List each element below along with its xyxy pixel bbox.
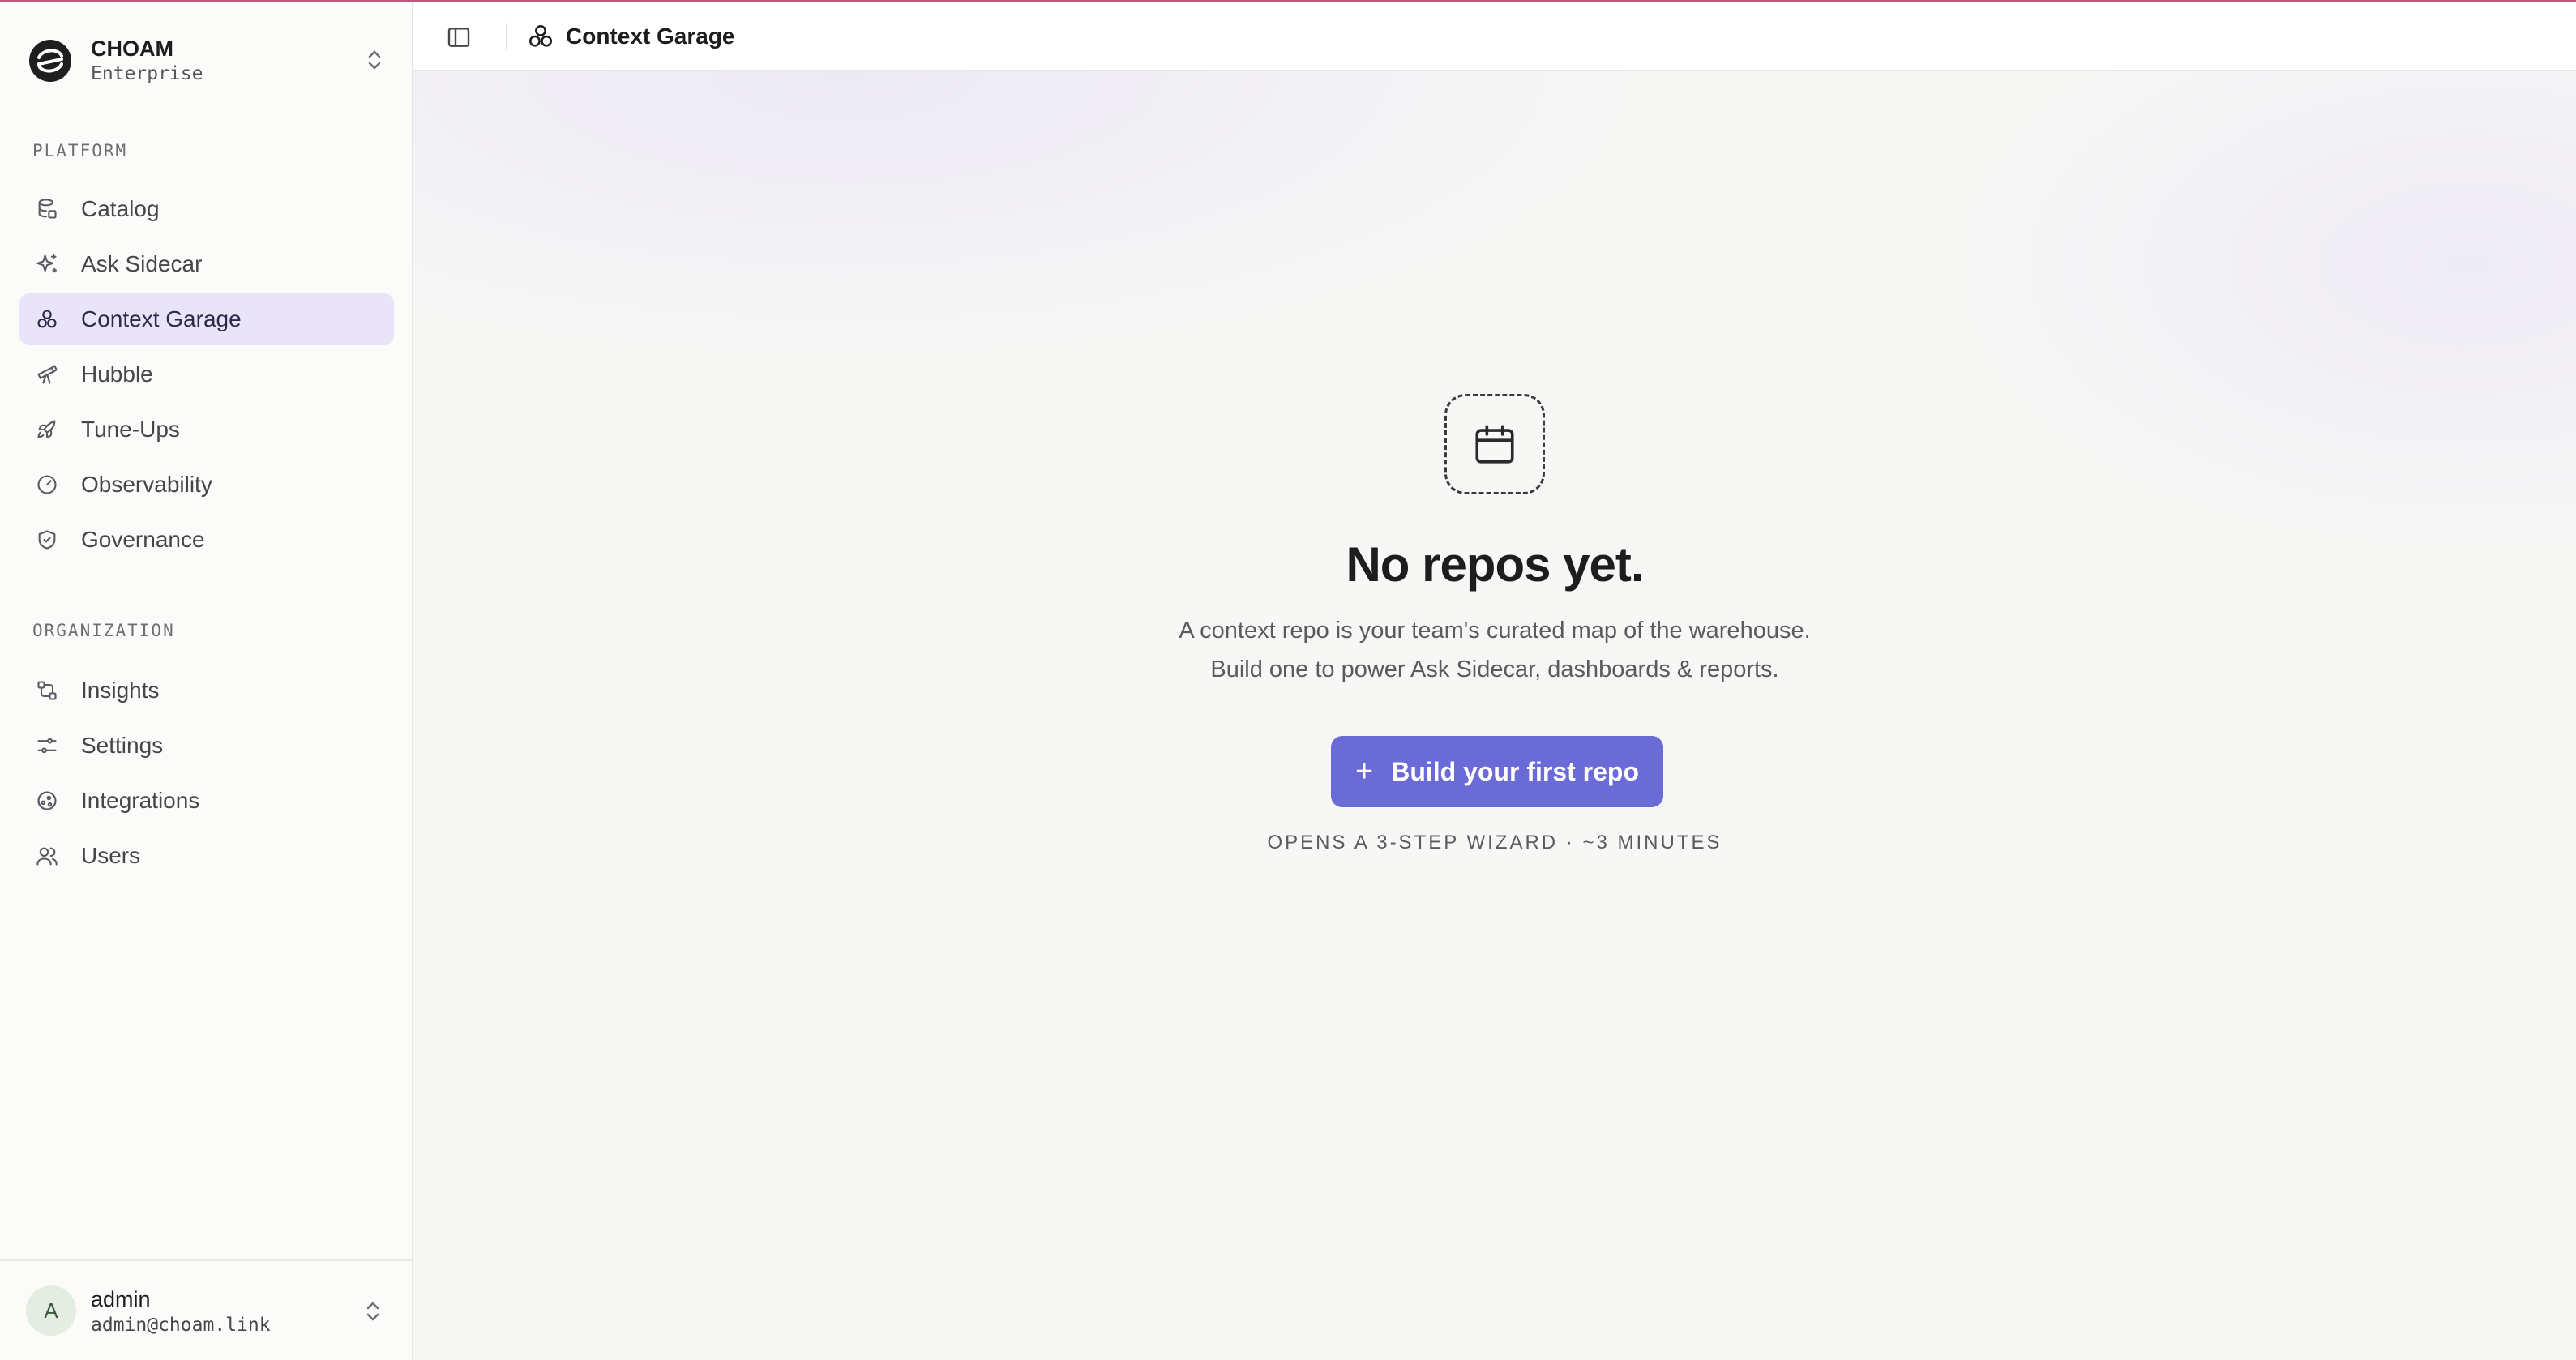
integrations-icon [34, 788, 60, 814]
sidebar-item-label: Ask Sidecar [81, 251, 203, 276]
org-plan: Enterprise [91, 63, 203, 84]
calendar-icon [1475, 425, 1514, 464]
wizard-hint: OPENS A 3-STEP WIZARD · ~3 MINUTES [1267, 832, 1722, 853]
users-icon [34, 843, 60, 869]
sidebar-item-users[interactable]: Users [19, 830, 394, 882]
sidebar-item-tune-ups[interactable]: Tune-Ups [19, 404, 394, 455]
sliders-icon [34, 733, 60, 759]
telescope-icon [34, 361, 60, 387]
sidebar-item-label: Insights [81, 678, 160, 703]
shield-icon [34, 527, 60, 553]
boxes-icon [528, 24, 553, 47]
org-name: CHOAM [91, 36, 173, 61]
breadcrumb: Context Garage [566, 24, 735, 49]
chevrons-up-down-icon [366, 1302, 379, 1321]
empty-state-title: No repos yet. [1346, 537, 1644, 592]
sidebar-item-catalog[interactable]: Catalog [19, 183, 394, 235]
avatar: A [26, 1285, 76, 1336]
sparkles-icon [34, 251, 60, 277]
main-content: No repos yet. A context repo is your tea… [413, 71, 2576, 1360]
org-logo-icon [37, 49, 63, 73]
boxes-icon [34, 306, 60, 332]
gauge-icon [34, 472, 60, 498]
sidebar-item-label: Context Garage [81, 306, 242, 331]
sidebar-item-settings[interactable]: Settings [19, 720, 394, 772]
org-switcher[interactable]: CHOAM Enterprise [29, 34, 392, 88]
sidebar-toggle-icon[interactable] [446, 24, 472, 50]
workflow-icon [34, 678, 60, 704]
sidebar-item-governance[interactable]: Governance [19, 514, 394, 566]
user-email: admin@choam.link [91, 1315, 271, 1336]
section-label-platform: PLATFORM [32, 141, 128, 160]
sidebar-item-observability[interactable]: Observability [19, 459, 394, 511]
sidebar-item-label: Users [81, 843, 141, 868]
sidebar-item-label: Tune-Ups [81, 417, 180, 442]
empty-state-description-line1: A context repo is your team's curated ma… [1179, 618, 1811, 644]
user-menu[interactable]: A admin admin@choam.link [0, 1259, 412, 1360]
database-icon [34, 196, 60, 222]
sidebar-item-label: Catalog [81, 196, 160, 221]
sidebar: CHOAM Enterprise PLATFORM Catalog Ask Si… [0, 2, 413, 1360]
header-divider [506, 23, 507, 50]
section-label-organization: ORGANIZATION [32, 621, 175, 640]
user-name: admin [91, 1287, 151, 1311]
sidebar-item-context-garage[interactable]: Context Garage [19, 293, 394, 345]
sidebar-item-integrations[interactable]: Integrations [19, 775, 394, 827]
sidebar-item-label: Integrations [81, 788, 200, 813]
org-logo [29, 40, 71, 82]
chevrons-up-down-icon [368, 50, 381, 70]
sidebar-item-insights[interactable]: Insights [19, 665, 394, 716]
empty-state-icon-frame [1444, 394, 1545, 494]
empty-state-description-line2: Build one to power Ask Sidecar, dashboar… [1210, 656, 1779, 682]
plus-icon: + [1355, 754, 1374, 789]
rocket-icon [34, 417, 60, 443]
page-header: Context Garage [413, 2, 2576, 71]
sidebar-item-label: Observability [81, 472, 212, 497]
build-first-repo-button[interactable]: + Build your first repo [1331, 736, 1663, 807]
sidebar-item-hubble[interactable]: Hubble [19, 349, 394, 400]
sidebar-item-ask-sidecar[interactable]: Ask Sidecar [19, 238, 394, 290]
sidebar-item-label: Governance [81, 527, 205, 552]
sidebar-item-label: Settings [81, 733, 164, 758]
build-first-repo-label: Build your first repo [1391, 756, 1639, 786]
sidebar-item-label: Hubble [81, 361, 153, 387]
